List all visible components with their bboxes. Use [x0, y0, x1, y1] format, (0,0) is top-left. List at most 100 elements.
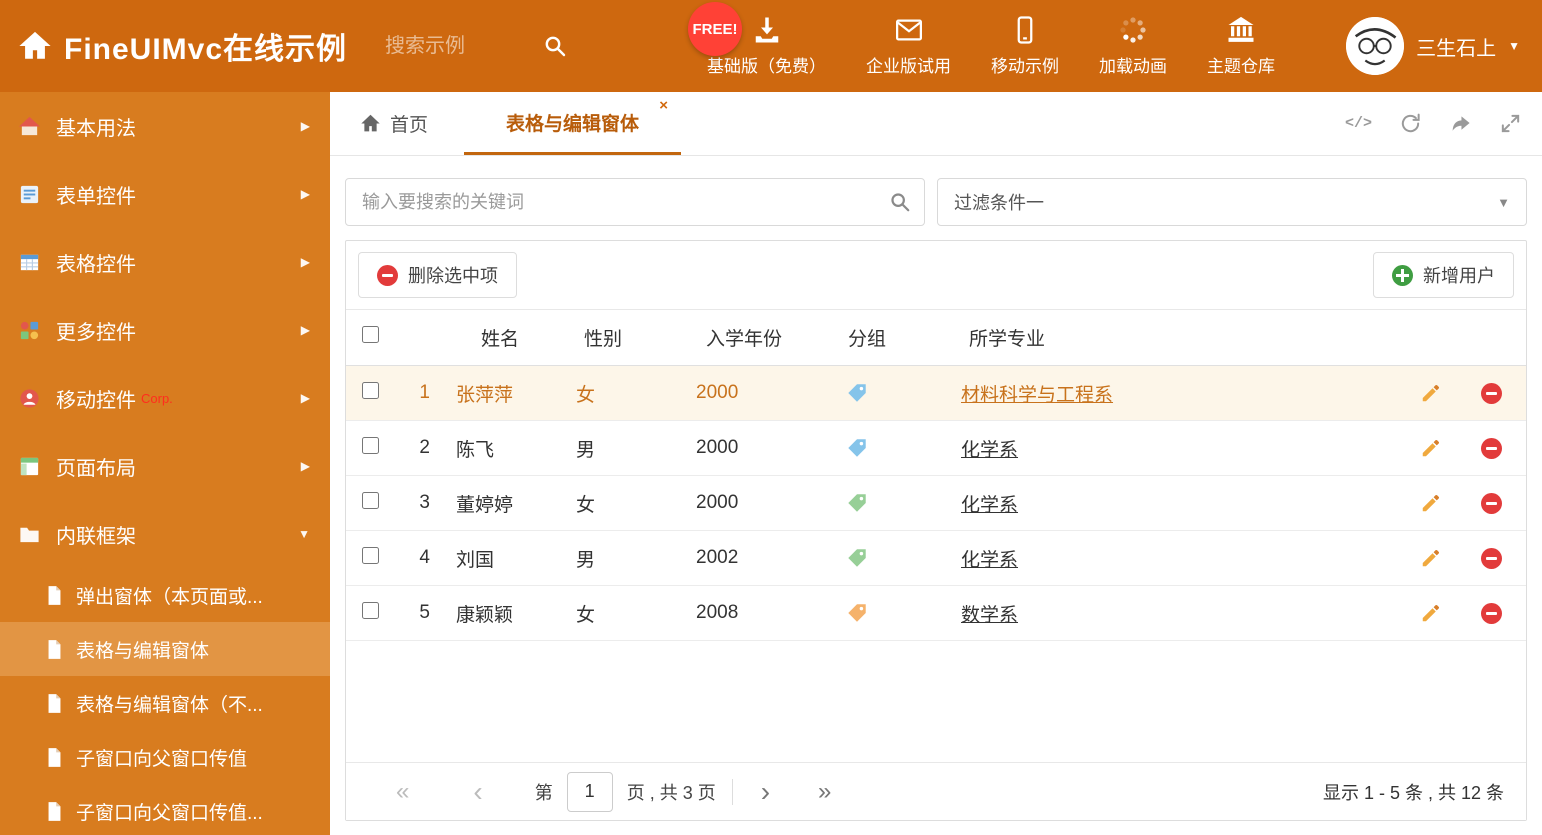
row-checkbox[interactable] [362, 601, 379, 619]
delete-icon[interactable] [1480, 602, 1502, 624]
table-row[interactable]: 5 康颖颖 女 2008 数学系 [346, 586, 1526, 641]
row-checkbox[interactable] [362, 381, 379, 399]
user-menu[interactable]: 三生石上 [1346, 17, 1520, 75]
row-index: 5 [419, 602, 430, 623]
main-content: 首页 表格与编辑窗体 过滤条件一 删除选中项 [330, 92, 1542, 835]
column-header-major[interactable]: 所学专业 [961, 324, 1406, 351]
avatar [1346, 17, 1405, 75]
sidebar-subitem-grid-edit-window[interactable]: 表格与编辑窗体 [0, 622, 330, 676]
major-link[interactable]: 材料科学与工程系 [961, 385, 1113, 406]
tab-grid-edit-window[interactable]: 表格与编辑窗体 [464, 92, 682, 155]
share-icon[interactable] [1449, 112, 1472, 135]
folder-icon [20, 527, 39, 542]
file-icon [48, 801, 61, 821]
tag-icon [848, 439, 866, 457]
add-user-button[interactable]: 新增用户 [1373, 252, 1514, 298]
source-code-icon[interactable] [1345, 115, 1372, 132]
sidebar-subitem-grid-edit-window-alt[interactable]: 表格与编辑窗体（不... [0, 676, 330, 730]
edit-icon[interactable] [1420, 382, 1442, 404]
home-icon [18, 116, 41, 135]
column-header-name[interactable]: 姓名 [438, 324, 576, 351]
cell-gender: 男 [576, 439, 596, 461]
row-index: 4 [419, 547, 430, 568]
keyword-search-input[interactable] [345, 178, 925, 226]
spinner-icon [1120, 17, 1146, 43]
table-row[interactable]: 4 刘国 男 2002 化学系 [346, 531, 1526, 586]
delete-icon[interactable] [1480, 382, 1502, 404]
file-icon [48, 693, 61, 713]
nav-item-label: 移动示例 [991, 57, 1060, 76]
pagination-bar: 第 页 , 共 3 页 显示 1 - 5 条 , 共 12 条 [346, 762, 1526, 820]
nav-item-label: 加载动画 [1099, 57, 1168, 76]
search-icon[interactable] [889, 191, 911, 213]
expand-icon[interactable] [1499, 112, 1522, 135]
grid-panel: 删除选中项 新增用户 姓名 性别 入学年份 分组 所学专业 1 张萍萍 女 20… [345, 240, 1527, 821]
page-number-input[interactable] [566, 771, 613, 812]
sidebar-item-iframe[interactable]: 内联框架 [0, 500, 330, 568]
cell-year: 2008 [696, 602, 739, 623]
sidebar-item-grid-controls[interactable]: 表格控件 [0, 228, 330, 296]
table-row[interactable]: 2 陈飞 男 2000 化学系 [346, 421, 1526, 476]
close-icon[interactable] [659, 97, 668, 114]
cell-year: 2000 [696, 492, 739, 513]
column-header-group[interactable]: 分组 [846, 324, 961, 351]
search-icon[interactable] [543, 34, 567, 58]
row-checkbox[interactable] [362, 546, 379, 564]
table-row[interactable]: 3 董婷婷 女 2000 化学系 [346, 476, 1526, 531]
prev-page-icon[interactable] [473, 778, 482, 806]
app-title: FineUIMvc在线示例 [64, 33, 348, 66]
next-page-icon[interactable] [761, 778, 770, 806]
cell-name: 康颖颖 [456, 604, 514, 626]
major-link[interactable]: 化学系 [961, 495, 1018, 516]
row-checkbox[interactable] [362, 491, 379, 509]
nav-item-mobile-demo[interactable]: 移动示例 [991, 15, 1059, 77]
sidebar-item-mobile-controls[interactable]: 移动控件 Corp. [0, 364, 330, 432]
column-header-year[interactable]: 入学年份 [696, 324, 846, 351]
column-header-gender[interactable]: 性别 [576, 324, 696, 351]
home-icon[interactable] [18, 29, 52, 63]
tab-bar: 首页 表格与编辑窗体 [330, 92, 1542, 156]
delete-icon[interactable] [1480, 547, 1502, 569]
cell-year: 2000 [696, 382, 739, 403]
sidebar-subitem-child-to-parent-alt[interactable]: 子窗口向父窗口传值... [0, 784, 330, 835]
refresh-icon[interactable] [1399, 112, 1422, 135]
sidebar-item-page-layout[interactable]: 页面布局 [0, 432, 330, 500]
delete-selected-button[interactable]: 删除选中项 [358, 252, 517, 298]
nav-item-theme-repo[interactable]: 主题仓库 [1207, 15, 1275, 77]
user-name: 三生石上 [1416, 37, 1497, 60]
select-all-checkbox[interactable] [362, 326, 379, 343]
page-label: 第 [534, 782, 553, 803]
row-checkbox[interactable] [362, 436, 379, 454]
sidebar-item-more-controls[interactable]: 更多控件 [0, 296, 330, 364]
major-link[interactable]: 化学系 [961, 550, 1018, 571]
last-page-icon[interactable] [818, 780, 831, 804]
filter-dropdown[interactable]: 过滤条件一 [937, 178, 1527, 226]
delete-icon[interactable] [1480, 492, 1502, 514]
cell-name: 张萍萍 [456, 384, 514, 406]
major-link[interactable]: 数学系 [961, 605, 1018, 626]
sidebar-item-form-controls[interactable]: 表单控件 [0, 160, 330, 228]
tab-actions [1345, 92, 1522, 155]
nav-item-label: 企业版试用 [866, 57, 952, 76]
grid-toolbar: 删除选中项 新增用户 [346, 241, 1526, 309]
first-page-icon[interactable] [396, 780, 409, 804]
sidebar-subitem-popup-window[interactable]: 弹出窗体（本页面或... [0, 568, 330, 622]
mobile-icon [1017, 16, 1033, 44]
cell-gender: 女 [576, 494, 596, 516]
cell-name: 陈飞 [456, 439, 495, 461]
tab-home[interactable]: 首页 [360, 92, 428, 155]
row-index: 1 [419, 382, 430, 403]
table-header: 姓名 性别 入学年份 分组 所学专业 [346, 309, 1526, 366]
edit-icon[interactable] [1420, 492, 1442, 514]
edit-icon[interactable] [1420, 547, 1442, 569]
sidebar-subitem-child-to-parent[interactable]: 子窗口向父窗口传值 [0, 730, 330, 784]
edit-icon[interactable] [1420, 437, 1442, 459]
major-link[interactable]: 化学系 [961, 440, 1018, 461]
table-row[interactable]: 1 张萍萍 女 2000 材料科学与工程系 [346, 366, 1526, 421]
sidebar-item-basic-usage[interactable]: 基本用法 [0, 92, 330, 160]
header-search-input[interactable] [385, 34, 536, 58]
delete-icon[interactable] [1480, 437, 1502, 459]
nav-item-enterprise-trial[interactable]: 企业版试用 [866, 15, 951, 77]
edit-icon[interactable] [1420, 602, 1442, 624]
nav-item-loading-anim[interactable]: 加载动画 [1099, 15, 1167, 77]
